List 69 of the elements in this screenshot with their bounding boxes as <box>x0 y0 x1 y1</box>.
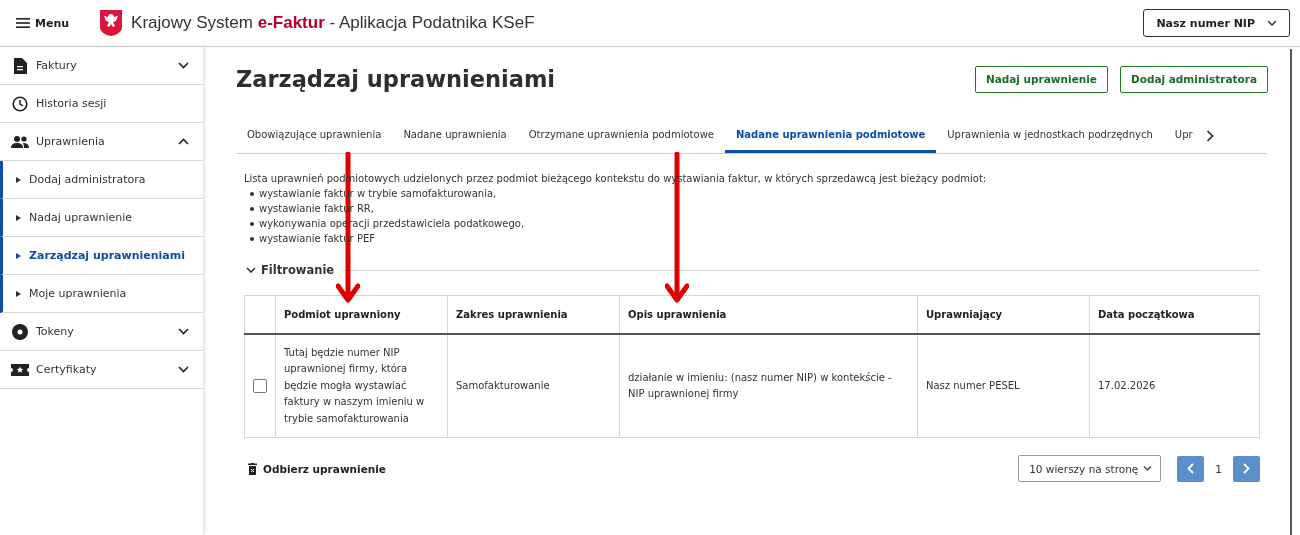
sidebar-label: Faktury <box>36 59 77 72</box>
context-select[interactable]: Nasz numer NIP <box>1143 9 1290 37</box>
tab[interactable]: Upr <box>1163 118 1204 153</box>
chevron-right-icon[interactable] <box>1205 129 1214 142</box>
action-button[interactable]: Dodaj administratora <box>1119 65 1268 93</box>
trash-icon <box>248 462 257 475</box>
chevron-down-icon <box>1143 466 1153 471</box>
sidebar-subitem[interactable]: Zarządzaj uprawnieniami <box>0 237 203 275</box>
bullet-icon <box>250 191 254 196</box>
menu-icon <box>16 18 30 28</box>
menu-button[interactable]: Menu <box>16 16 70 30</box>
sidebar-item[interactable]: Uprawnienia <box>0 123 203 161</box>
action-button[interactable]: Nadaj uprawnienie <box>974 65 1108 93</box>
tab[interactable]: Otrzymane uprawnienia podmiotowe <box>517 118 725 153</box>
tab[interactable]: Obowiązujące uprawnienia <box>236 118 393 153</box>
table-cell: Nasz numer PESEL <box>926 379 1020 391</box>
bullet-icon <box>16 214 21 221</box>
page-size-select[interactable]: 10 wierszy na stronę <box>1018 455 1162 482</box>
tab[interactable]: Nadane uprawnienia podmiotowe <box>725 118 937 153</box>
bullet-icon <box>16 252 21 259</box>
chevron-right-icon <box>1243 463 1250 474</box>
page-title: Zarządzaj uprawnieniami <box>236 66 556 92</box>
sidebar-label: Zarządzaj uprawnieniami <box>29 249 185 262</box>
ticket-icon <box>11 363 29 376</box>
sidebar-label: Uprawnienia <box>36 135 105 148</box>
bullet-icon <box>250 206 254 211</box>
document-icon <box>11 57 29 74</box>
bullet-icon <box>16 176 21 183</box>
sidebar-label: Moje uprawnienia <box>29 287 127 300</box>
sidebar-item[interactable]: Tokeny <box>0 313 203 351</box>
column-header: Opis uprawnienia <box>628 309 727 320</box>
table-cell: Samofakturowanie <box>456 379 550 391</box>
tab[interactable]: Nadane uprawnienia <box>392 118 518 153</box>
table-cell: 17.02.2026 <box>1098 379 1156 391</box>
page-number: 1 <box>1214 462 1223 475</box>
sidebar-label: Dodaj administratora <box>29 173 146 186</box>
table-cell: działanie w imieniu: (nasz numer NIP) w kontekście - NIP uprawnionej firmy <box>628 371 892 399</box>
column-header: Data początkowa <box>1098 309 1195 320</box>
column-header: Podmiot uprawniony <box>284 309 401 320</box>
sidebar-label: Historia sesji <box>36 97 107 110</box>
previous-page-button[interactable] <box>1177 455 1205 482</box>
chevron-down-icon <box>1267 20 1277 26</box>
bullet-icon <box>250 236 254 241</box>
bullet-icon <box>250 221 254 226</box>
chevron-down-icon <box>246 267 256 273</box>
sidebar-subitem[interactable]: Moje uprawnienia <box>0 275 203 313</box>
sidebar-label: Nadaj uprawnienie <box>29 211 133 224</box>
disc-icon <box>11 323 29 340</box>
column-header: Zakres uprawnienia <box>456 309 568 320</box>
chevron-left-icon <box>1187 463 1195 474</box>
bullet-icon <box>16 290 21 297</box>
tab[interactable]: Uprawnienia w jednostkach podrzędnych <box>936 118 1164 153</box>
filter-toggle[interactable]: Filtrowanie <box>246 263 335 277</box>
table-cell: Tutaj będzie numer NIP uprawnionej firmy, która będzie mogła wystawiać faktury w naszym imieniu w trybie samofakturowania <box>284 346 425 424</box>
sidebar-item[interactable]: Faktury <box>0 47 203 85</box>
emblem-icon <box>99 9 124 37</box>
sidebar-subitem[interactable]: Nadaj uprawnienie <box>0 199 203 237</box>
clock-icon <box>11 95 29 112</box>
people-icon <box>11 135 29 148</box>
revoke-button[interactable]: Odbierz uprawnienie <box>244 462 386 475</box>
sidebar-subitem[interactable]: Dodaj administratora <box>0 161 203 199</box>
sidebar-label: Tokeny <box>36 325 74 338</box>
sidebar-label: Certyfikaty <box>36 363 97 376</box>
sidebar-item[interactable]: Historia sesji <box>0 85 203 123</box>
app-title: Krajowy System e-Faktur - Aplikacja Podatnika KSeF <box>131 13 535 33</box>
column-header: Uprawniający <box>926 309 1003 320</box>
next-page-button[interactable] <box>1233 455 1260 482</box>
sidebar-item[interactable]: Certyfikaty <box>0 351 203 389</box>
row-checkbox[interactable] <box>253 378 267 393</box>
